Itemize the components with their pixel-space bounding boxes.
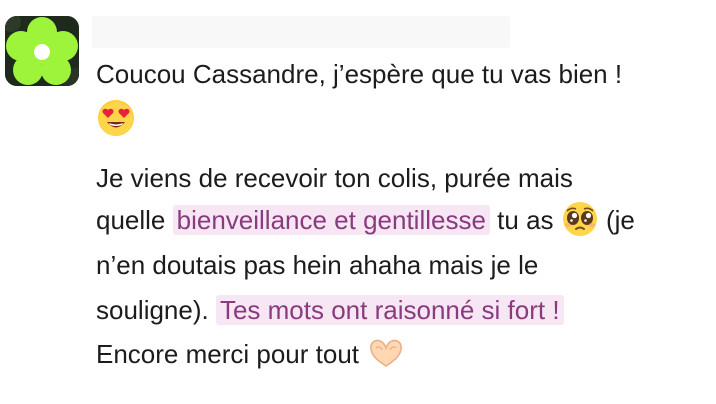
chat-message: Coucou Cassandre, j’espère que tu vas bi…	[0, 0, 716, 404]
message-line-6: Encore merci pour tout	[96, 336, 406, 374]
avatar[interactable]	[5, 16, 79, 86]
highlighted-text[interactable]: Tes mots ont raisonné si fort !	[215, 295, 564, 325]
text: tu as	[489, 205, 561, 235]
highlighted-text[interactable]: bienveillance et gentillesse	[172, 205, 490, 235]
message-line-3: quelle bienveillance et gentillesse tu a…	[96, 202, 635, 241]
message-line-4: n’en doutais pas hein ahaha mais je le	[96, 247, 538, 283]
greeting-text: Coucou Cassandre, j’espère que tu vas bi…	[96, 59, 623, 89]
message-emoji-line	[96, 98, 136, 141]
message-line-2: Je viens de recevoir ton colis, purée ma…	[96, 160, 573, 196]
text: quelle	[96, 205, 173, 235]
text: n’en doutais pas hein ahaha mais je le	[96, 250, 539, 280]
message-line-1: Coucou Cassandre, j’espère que tu vas bi…	[96, 56, 622, 92]
heart-eyes-emoji-icon[interactable]	[96, 98, 136, 138]
text: souligne).	[96, 295, 216, 325]
message-line-5: souligne). Tes mots ont raisonné si fort…	[96, 292, 564, 328]
flower-avatar-image	[5, 16, 79, 86]
pleading-face-emoji-icon[interactable]	[561, 200, 599, 238]
text: Encore merci pour tout	[96, 339, 367, 369]
text: Je viens de recevoir ton colis, purée ma…	[96, 163, 573, 193]
text: (je	[598, 205, 635, 235]
heart-hands-emoji-icon[interactable]	[366, 335, 406, 371]
sender-name-redacted[interactable]	[92, 16, 510, 48]
